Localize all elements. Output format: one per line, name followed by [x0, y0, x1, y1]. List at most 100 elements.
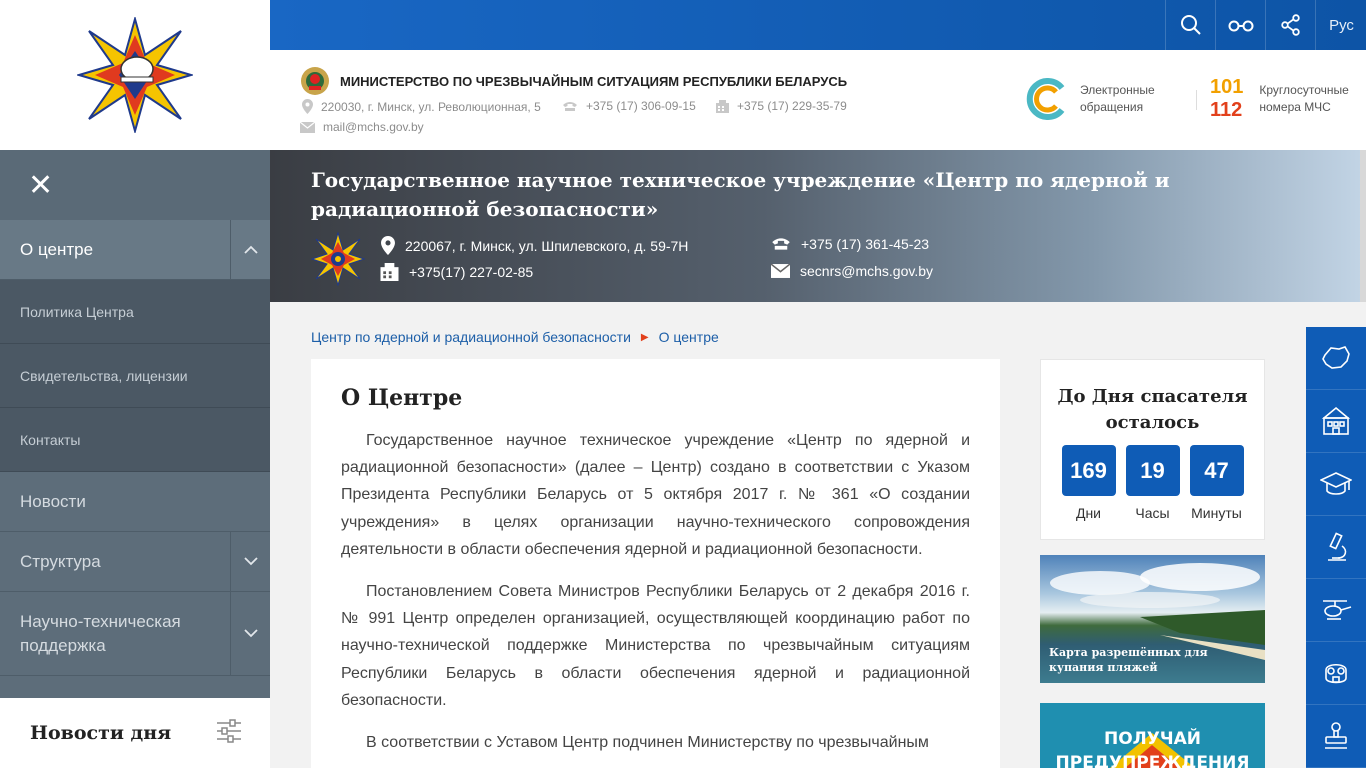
- location-pin-icon: [381, 236, 395, 255]
- breadcrumb: Центр по ядерной и радиационной безопасн…: [311, 329, 719, 345]
- rail-link-science[interactable]: [1306, 516, 1366, 579]
- countdown-hours-label: Часы: [1135, 505, 1170, 521]
- ministry-address: 220030, г. Минск, ул. Революционная, 5: [302, 99, 541, 114]
- warnings-banner[interactable]: ПОЛУЧАЙ ПРЕДУПРЕЖДЕНИЯ: [1040, 703, 1265, 768]
- hotline-label: Круглосуточные номера МЧС: [1259, 83, 1349, 114]
- rescuer-day-countdown: До Дня спасателя осталось 169 Дни 19 Час…: [1040, 359, 1265, 540]
- sidebar-item-scientific-support[interactable]: Научно-техническая поддержка: [0, 592, 270, 676]
- department-address: 220067, г. Минск, ул. Шпилевского, д. 59…: [381, 236, 688, 255]
- address-text: 220030, г. Минск, ул. Революционная, 5: [321, 99, 541, 114]
- page-title: О Центре: [341, 385, 463, 411]
- sidebar-item-label: Структура: [20, 551, 101, 571]
- hotline-101[interactable]: 101: [1210, 76, 1243, 99]
- sidebar-item-label: Свидетельства, лицензии: [20, 367, 188, 384]
- sidebar-subitem-policy[interactable]: Политика Центра: [0, 280, 270, 344]
- ministry-fax: +375 (17) 229-35-79: [716, 99, 847, 113]
- ministry-phone[interactable]: +375 (17) 306-09-15: [562, 99, 696, 113]
- emergency-numbers: 101 112 Круглосуточные номера МЧС: [1210, 76, 1359, 122]
- department-fax-text: +375(17) 227-02-85: [409, 264, 534, 280]
- accessibility-button[interactable]: [1215, 0, 1265, 50]
- chevron-down-icon[interactable]: [230, 592, 270, 675]
- filter-sliders-icon[interactable]: [216, 718, 242, 748]
- sidebar-item-label: Новости: [20, 491, 86, 511]
- department-banner: Государственное научное техническое учре…: [270, 150, 1366, 302]
- sidebar-item-about[interactable]: О центре: [0, 220, 270, 280]
- hotline-112[interactable]: 112: [1210, 99, 1243, 122]
- ministry-link[interactable]: МИНИСТЕРСТВО ПО ЧРЕЗВЫЧАЙНЫМ СИТУАЦИЯМ Р…: [300, 66, 847, 96]
- beaches-map-caption: Карта разрешённых для купания пляжей: [1049, 646, 1208, 674]
- building-icon: [1321, 406, 1351, 435]
- countdown-minutes-label: Минуты: [1191, 505, 1242, 521]
- chevron-down-icon[interactable]: [230, 532, 270, 591]
- beaches-map-banner[interactable]: Карта разрешённых для купания пляжей: [1040, 555, 1265, 683]
- share-icon: [1280, 14, 1300, 36]
- department-emblem-icon: [311, 232, 365, 286]
- rail-link-belarus-map[interactable]: [1306, 327, 1366, 390]
- rail-link-institutions[interactable]: [1306, 390, 1366, 453]
- close-menu-button[interactable]: ✕: [0, 150, 270, 220]
- sidebar-nav: ✕ О центре Политика Центра Свидетельства…: [0, 150, 270, 698]
- department-email-text: secnrs@mchs.gov.by: [800, 263, 933, 279]
- article-paragraph: В соответствии с Уставом Центр подчинен …: [366, 734, 929, 752]
- helicopter-icon: [1323, 600, 1352, 620]
- fax-icon: [380, 263, 399, 281]
- belarus-map-icon: [1322, 346, 1350, 369]
- stamp-icon: [1325, 722, 1347, 749]
- electronic-appeals-link[interactable]: Электронные обращения: [1026, 78, 1160, 120]
- department-phone[interactable]: +375 (17) 361-45-23: [771, 236, 929, 252]
- microscope-icon: [1328, 532, 1347, 561]
- countdown-days: 169: [1061, 445, 1116, 496]
- department-phone-text: +375 (17) 361-45-23: [801, 236, 930, 252]
- countdown-days-label: Дни: [1075, 505, 1102, 521]
- language-button[interactable]: Рус: [1315, 0, 1366, 50]
- chevron-up-icon[interactable]: [230, 220, 270, 279]
- ministry-name: МИНИСТЕРСТВО ПО ЧРЕЗВЫЧАЙНЫМ СИТУАЦИЯМ Р…: [340, 73, 848, 89]
- countdown-title: До Дня спасателя осталось: [1057, 386, 1248, 433]
- ministry-header: МИНИСТЕРСТВО ПО ЧРЕЗВЫЧАЙНЫМ СИТУАЦИЯМ Р…: [270, 50, 1366, 150]
- breadcrumb-current[interactable]: О центре: [659, 329, 719, 345]
- warnings-caption: ПОЛУЧАЙ ПРЕДУПРЕЖДЕНИЯ: [1055, 729, 1250, 768]
- fax-icon: [716, 99, 729, 113]
- mchs-emblem-icon: [77, 17, 193, 133]
- ministry-email[interactable]: mail@mchs.gov.by: [300, 120, 424, 134]
- share-button[interactable]: [1265, 0, 1315, 50]
- countdown-hours: 19: [1125, 445, 1180, 496]
- e-appeals-label: Электронные обращения: [1080, 83, 1155, 114]
- sidebar-item-news[interactable]: Новости: [0, 472, 270, 532]
- countdown-minutes: 47: [1189, 445, 1244, 496]
- phone-text: +375 (17) 306-09-15: [586, 99, 696, 113]
- sidebar-item-label: Контакты: [20, 431, 81, 448]
- sidebar-item-label: О центре: [20, 239, 94, 259]
- sidebar-item-label: Научно-техническая поддержка: [20, 611, 181, 655]
- email-text: mail@mchs.gov.by: [323, 120, 424, 134]
- breadcrumb-arrow-icon: ▶: [640, 331, 649, 343]
- mail-icon: [300, 121, 315, 133]
- top-bar: Рус: [270, 0, 1366, 50]
- close-icon: ✕: [28, 168, 54, 202]
- sidebar-subitem-licenses[interactable]: Свидетельства, лицензии: [0, 344, 270, 408]
- phone-icon: [563, 101, 577, 111]
- article-paragraph: Постановлением Совета Министров Республи…: [341, 583, 970, 709]
- article-paragraph: Государственное научное техническое учре…: [341, 432, 970, 558]
- mail-icon: [771, 264, 790, 278]
- rail-link-documents[interactable]: [1306, 705, 1366, 768]
- breadcrumb-parent-link[interactable]: Центр по ядерной и радиационной безопасн…: [311, 329, 631, 345]
- department-email[interactable]: secnrs@mchs.gov.by: [771, 263, 933, 279]
- rail-link-aviation[interactable]: [1306, 579, 1366, 642]
- page-scrollbar[interactable]: [1360, 150, 1366, 302]
- quick-links-rail: [1306, 327, 1366, 768]
- rail-link-education[interactable]: [1306, 453, 1366, 516]
- e-appeals-icon: [1026, 78, 1065, 120]
- sidebar-item-structure[interactable]: Структура: [0, 532, 270, 592]
- belarus-coat-of-arms-icon: [301, 67, 329, 95]
- department-title: Государственное научное техническое учре…: [311, 168, 1170, 221]
- graduation-cap-icon: [1320, 472, 1352, 495]
- search-icon: [1180, 15, 1201, 35]
- sidebar-item-label: Политика Центра: [20, 303, 134, 320]
- fax-text: +375 (17) 229-35-79: [737, 99, 847, 113]
- mchs-logo[interactable]: [0, 0, 270, 150]
- rail-link-protection[interactable]: [1306, 642, 1366, 705]
- sidebar-subitem-contacts[interactable]: Контакты: [0, 408, 270, 472]
- search-button[interactable]: [1165, 0, 1215, 50]
- news-of-day-title: Новости дня: [30, 722, 172, 744]
